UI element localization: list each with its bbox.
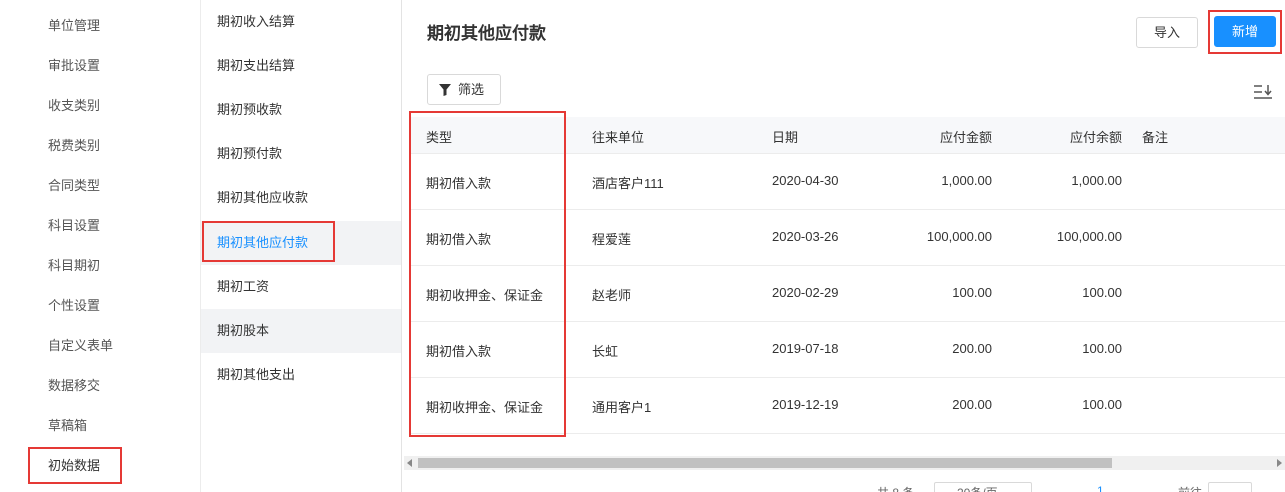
- subnav-item-opening-prepayments[interactable]: 期初预付款: [201, 132, 401, 176]
- nav-item-income-expense-types[interactable]: 收支类别: [48, 96, 100, 116]
- filter-button[interactable]: 筛选: [427, 74, 501, 105]
- nav-item-approval-settings[interactable]: 审批设置: [48, 56, 100, 76]
- import-button[interactable]: 导入: [1136, 17, 1198, 48]
- nav-item-drafts[interactable]: 草稿箱: [48, 416, 87, 436]
- table-header: 类型 往来单位 日期 应付金额 应付余额 备注: [409, 117, 1285, 154]
- table-row[interactable]: 期初借入款 程爱莲 2020-03-26 100,000.00 100,000.…: [409, 210, 1285, 266]
- column-header-payable-balance[interactable]: 应付余额: [1070, 127, 1122, 146]
- scroll-right-icon[interactable]: [1277, 459, 1282, 467]
- column-header-type[interactable]: 类型: [426, 127, 452, 146]
- goto-page-input[interactable]: [1208, 482, 1252, 492]
- nav-item-data-transfer[interactable]: 数据移交: [48, 376, 100, 396]
- cell-payable-amount: 200.00: [952, 341, 992, 356]
- horizontal-scrollbar[interactable]: [404, 456, 1285, 470]
- cell-type: 期初借入款: [426, 176, 492, 191]
- column-header-counterparty[interactable]: 往来单位: [592, 127, 644, 146]
- cell-payable-balance: 100,000.00: [1056, 229, 1122, 244]
- subnav-item-opening-other-expenses[interactable]: 期初其他支出: [201, 353, 401, 397]
- table-row[interactable]: 期初收押金、保证金 通用客户1 2019-12-19 200.00 100.00: [409, 378, 1285, 434]
- cell-counterparty: 赵老师: [592, 288, 632, 303]
- cell-counterparty: 酒店客户111: [592, 176, 664, 191]
- add-button[interactable]: 新增: [1214, 16, 1276, 47]
- nav-item-custom-forms[interactable]: 自定义表单: [48, 336, 113, 356]
- page-size-value: 20条/页: [957, 484, 998, 492]
- nav-item-unit-management[interactable]: 单位管理: [48, 16, 100, 36]
- table-row[interactable]: 期初借入款 长虹 2019-07-18 200.00 100.00: [409, 322, 1285, 378]
- subnav-item-opening-wages[interactable]: 期初工资: [201, 265, 401, 309]
- table-row[interactable]: 期初收押金、保证金 赵老师 2020-02-29 100.00 100.00: [409, 266, 1285, 322]
- cell-payable-balance: 100.00: [1082, 341, 1122, 356]
- cell-payable-amount: 200.00: [952, 397, 992, 412]
- table-row[interactable]: 期初借入款 酒店客户111 2020-04-30 1,000.00 1,000.…: [409, 154, 1285, 210]
- cell-payable-amount: 100,000.00: [926, 229, 992, 244]
- scrollbar-thumb[interactable]: [418, 458, 1112, 468]
- subnav-item-opening-equity[interactable]: 期初股本: [201, 309, 401, 353]
- cell-payable-balance: 100.00: [1082, 397, 1122, 412]
- nav-item-account-opening[interactable]: 科目期初: [48, 256, 100, 276]
- cell-payable-amount: 100.00: [952, 285, 992, 300]
- cell-type: 期初收押金、保证金: [426, 400, 544, 415]
- pagination: 共 8 条 20条/页 1 前往: [402, 478, 1285, 492]
- subnav-item-opening-other-payables[interactable]: 期初其他应付款: [201, 221, 401, 265]
- subnav-item-opening-advance-receipts[interactable]: 期初预收款: [201, 88, 401, 132]
- cell-type: 期初借入款: [426, 344, 492, 359]
- nav-item-contract-types[interactable]: 合同类型: [48, 176, 100, 196]
- nav-item-account-settings[interactable]: 科目设置: [48, 216, 100, 236]
- left-nav: 单位管理 审批设置 收支类别 税费类别 合同类型 科目设置 科目期初 个性设置 …: [0, 0, 201, 492]
- filter-icon: [439, 84, 451, 96]
- main-panel: 期初其他应付款 导入 新增 筛选 类型 往来单位 日期 应付金额 应付余额 备注…: [402, 0, 1285, 492]
- cell-counterparty: 程爱莲: [592, 232, 632, 247]
- nav-item-tax-types[interactable]: 税费类别: [48, 136, 100, 156]
- cell-date: 2019-12-19: [772, 397, 839, 412]
- column-header-date[interactable]: 日期: [772, 127, 798, 146]
- subnav-item-opening-income-settlement[interactable]: 期初收入结算: [201, 0, 401, 44]
- page-title: 期初其他应付款: [427, 24, 546, 43]
- cell-date: 2020-03-26: [772, 229, 839, 244]
- cell-payable-balance: 1,000.00: [1071, 173, 1122, 188]
- cell-date: 2019-07-18: [772, 341, 839, 356]
- column-settings-icon[interactable]: [1253, 82, 1273, 102]
- page-number-current[interactable]: 1: [1097, 484, 1104, 492]
- cell-type: 期初借入款: [426, 232, 492, 247]
- cell-payable-amount: 1,000.00: [941, 173, 992, 188]
- subnav-item-opening-other-receivables[interactable]: 期初其他应收款: [201, 176, 401, 220]
- page-size-select[interactable]: 20条/页: [934, 482, 1032, 492]
- sub-nav: 期初收入结算 期初支出结算 期初预收款 期初预付款 期初其他应收款 期初其他应付…: [201, 0, 402, 492]
- goto-label: 前往: [1178, 484, 1202, 492]
- cell-date: 2020-04-30: [772, 173, 839, 188]
- cell-counterparty: 长虹: [592, 344, 619, 359]
- cell-date: 2020-02-29: [772, 285, 839, 300]
- cell-counterparty: 通用客户1: [592, 400, 652, 415]
- column-header-remarks[interactable]: 备注: [1142, 127, 1168, 146]
- cell-type: 期初收押金、保证金: [426, 288, 544, 303]
- cell-payable-balance: 100.00: [1082, 285, 1122, 300]
- filter-label: 筛选: [458, 82, 485, 97]
- nav-item-initial-data[interactable]: 初始数据: [48, 456, 100, 476]
- nav-item-personal-settings[interactable]: 个性设置: [48, 296, 100, 316]
- pagination-total: 共 8 条: [877, 484, 914, 492]
- column-header-payable-amount[interactable]: 应付金额: [940, 127, 992, 146]
- subnav-item-opening-expense-settlement[interactable]: 期初支出结算: [201, 44, 401, 88]
- scroll-left-icon[interactable]: [407, 459, 412, 467]
